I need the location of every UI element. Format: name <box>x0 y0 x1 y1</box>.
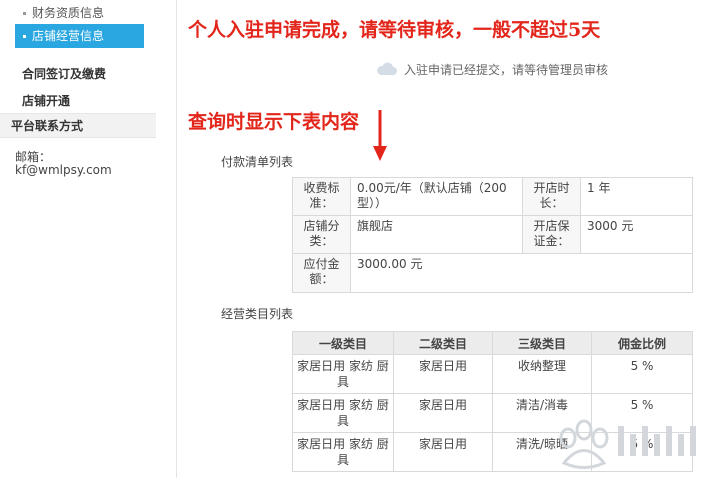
sidebar-item-label: 财务资质信息 <box>32 6 105 20</box>
category-level1: 家居日用 家纺 厨具 <box>292 432 394 472</box>
sidebar: 财务资质信息 店铺经营信息 合同签订及缴费 店铺开通 平台联系方式 邮箱： kf… <box>0 0 177 478</box>
payment-table: 收费标准： 0.00元/年（默认店铺（200型）） 开店时长： 1 年 店铺分类… <box>292 177 693 293</box>
store-category-value: 旗舰店 <box>350 215 523 254</box>
commission-rate: 5 % <box>591 354 693 394</box>
annotation-heading-submitted: 个人入驻申请完成，请等待审核，一般不超过5天 <box>188 19 601 41</box>
category-level2: 家居日用 <box>393 393 493 433</box>
notice-text: 入驻申请已经提交，请等待管理员审核 <box>404 63 609 77</box>
store-deposit-label: 开店保证金： <box>522 215 581 254</box>
table-row: 收费标准： 0.00元/年（默认店铺（200型）） 开店时长： 1 年 <box>292 177 693 216</box>
arrow-down-icon <box>372 110 388 165</box>
store-duration-label: 开店时长： <box>522 177 581 216</box>
category-level1: 家居日用 家纺 厨具 <box>292 354 394 394</box>
store-category-label: 店铺分类： <box>292 215 351 254</box>
table-row: 店铺分类： 旗舰店 开店保证金： 3000 元 <box>292 215 693 254</box>
table-row: 家居日用 家纺 厨具 家居日用 收纳整理 5 % <box>292 354 693 394</box>
table-row: 应付金额： 3000.00 元 <box>292 253 693 293</box>
column-header-level2: 二级类目 <box>393 331 493 355</box>
category-level1: 家居日用 家纺 厨具 <box>292 393 394 433</box>
store-duration-value: 1 年 <box>580 177 693 216</box>
sidebar-item-contract-payment[interactable]: 合同签订及缴费 <box>22 65 106 82</box>
category-level2: 家居日用 <box>393 432 493 472</box>
sidebar-item-store-open[interactable]: 店铺开通 <box>22 92 70 109</box>
fee-standard-value: 0.00元/年（默认店铺（200型）） <box>350 177 523 216</box>
column-header-commission: 佣金比例 <box>591 331 693 355</box>
payable-amount-value: 3000.00 元 <box>350 253 693 293</box>
category-level2: 家居日用 <box>393 354 493 394</box>
column-header-level3: 三级类目 <box>492 331 592 355</box>
sidebar-item-label: 店铺经营信息 <box>32 29 105 43</box>
cloud-icon <box>376 62 398 79</box>
category-list-label: 经营类目列表 <box>221 307 294 321</box>
sidebar-item-store-business-info[interactable]: 店铺经营信息 <box>15 24 144 48</box>
store-deposit-value: 3000 元 <box>580 215 693 254</box>
column-header-level1: 一级类目 <box>292 331 394 355</box>
contact-email-value: kf@wmlpsy.com <box>15 163 112 177</box>
fee-standard-label: 收费标准： <box>292 177 351 216</box>
baidu-jingyan-watermark-icon <box>546 408 714 478</box>
sidebar-section-contact: 平台联系方式 <box>0 113 156 138</box>
bullet-icon <box>23 35 26 38</box>
payment-list-label: 付款清单列表 <box>221 155 294 169</box>
payable-amount-label: 应付金额： <box>292 253 351 293</box>
table-header-row: 一级类目 二级类目 三级类目 佣金比例 <box>292 331 693 355</box>
annotation-heading-query: 查询时显示下表内容 <box>188 111 360 133</box>
sidebar-item-financial-qualification[interactable]: 财务资质信息 <box>15 1 144 25</box>
category-level3: 收纳整理 <box>492 354 592 394</box>
submission-notice: 入驻申请已经提交，请等待管理员审核 <box>376 61 608 79</box>
bullet-icon <box>23 12 26 15</box>
